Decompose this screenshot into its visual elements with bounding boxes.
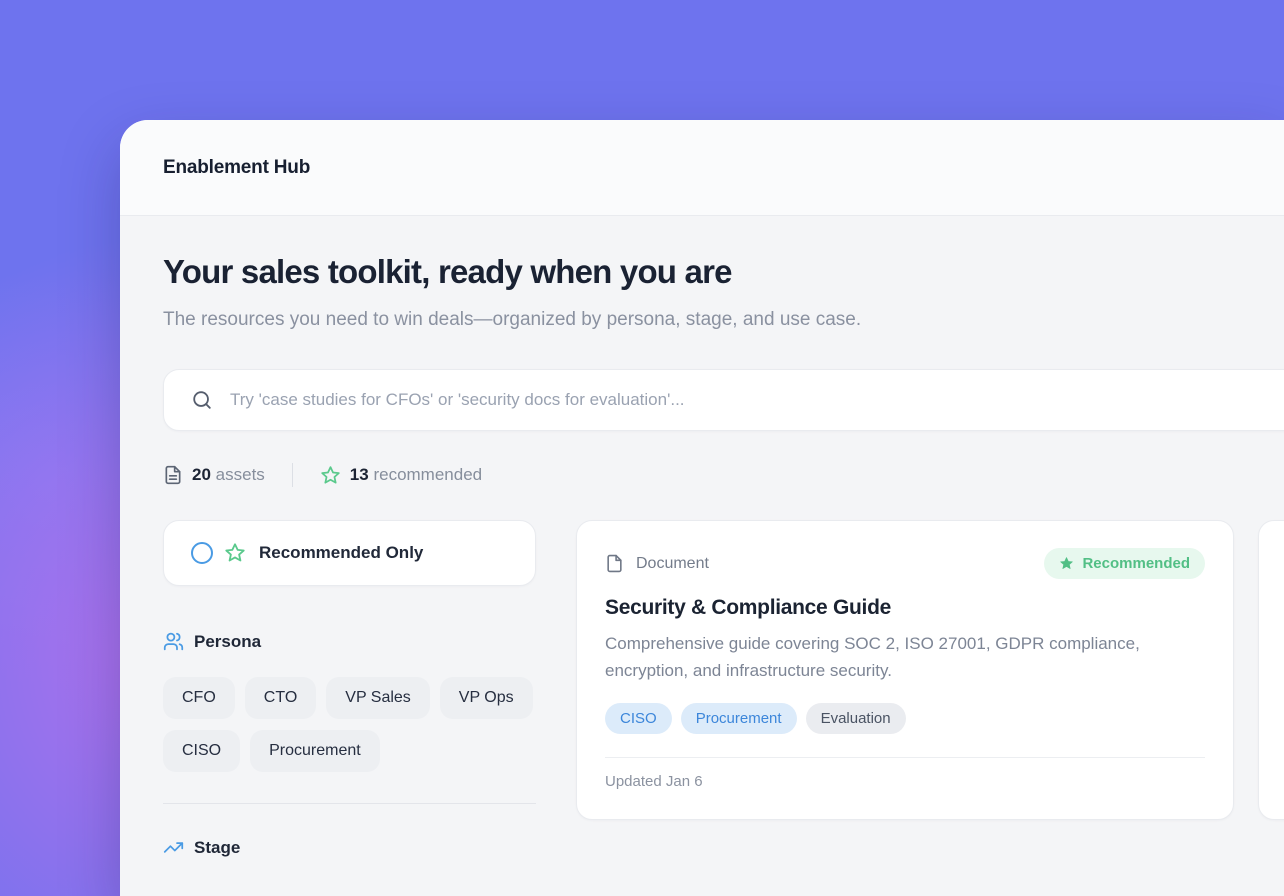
search-input[interactable] xyxy=(230,390,1130,410)
star-icon xyxy=(320,465,341,486)
asset-tag-list: CISO Procurement Evaluation xyxy=(605,703,1205,734)
tag-ciso[interactable]: CISO xyxy=(605,703,672,734)
file-text-icon xyxy=(163,465,183,485)
search-icon xyxy=(191,389,213,411)
asset-card-security-compliance[interactable]: Document Recommended Security & Complian… xyxy=(576,520,1234,820)
document-icon xyxy=(605,554,624,573)
app-header: Enablement Hub xyxy=(120,120,1284,216)
users-icon xyxy=(163,631,184,652)
card-divider xyxy=(605,757,1205,758)
sidebar-divider xyxy=(163,803,536,804)
trending-up-icon xyxy=(163,837,184,858)
asset-type: Document xyxy=(605,554,709,573)
recommended-only-label: Recommended Only xyxy=(259,543,423,563)
stats-row: 20 assets 13 recommended xyxy=(163,463,1284,487)
asset-card-partial[interactable] xyxy=(1258,520,1284,820)
persona-section-label: Persona xyxy=(194,632,261,652)
tag-procurement[interactable]: Procurement xyxy=(681,703,797,734)
search-bar[interactable] xyxy=(163,369,1284,431)
recommended-badge-label: Recommended xyxy=(1082,555,1190,572)
tag-evaluation[interactable]: Evaluation xyxy=(806,703,906,734)
persona-chip-vp-ops[interactable]: VP Ops xyxy=(440,677,533,719)
persona-chip-procurement[interactable]: Procurement xyxy=(250,730,380,772)
main-content: Your sales toolkit, ready when you are T… xyxy=(120,216,1284,858)
asset-cards-row: Document Recommended Security & Complian… xyxy=(576,520,1284,820)
stage-section-header: Stage xyxy=(163,837,536,858)
stats-divider xyxy=(292,463,293,487)
persona-chip-cto[interactable]: CTO xyxy=(245,677,316,719)
content-grid: Recommended Only Persona CFOCTOVP SalesV… xyxy=(163,520,1284,858)
assets-count-stat: 20 assets xyxy=(163,465,265,485)
persona-chip-cfo[interactable]: CFO xyxy=(163,677,235,719)
star-icon xyxy=(224,542,246,564)
persona-chip-vp-sales[interactable]: VP Sales xyxy=(326,677,430,719)
enablement-hub-window: Enablement Hub Your sales toolkit, ready… xyxy=(120,120,1284,896)
page-title: Your sales toolkit, ready when you are xyxy=(163,252,1284,292)
persona-section-header: Persona xyxy=(163,631,536,652)
asset-description: Comprehensive guide covering SOC 2, ISO … xyxy=(605,631,1190,684)
recommended-count-stat: 13 recommended xyxy=(320,465,482,486)
persona-chip-list: CFOCTOVP SalesVP Ops CISOProcurement xyxy=(163,677,536,772)
app-title: Enablement Hub xyxy=(163,157,310,179)
filters-sidebar: Recommended Only Persona CFOCTOVP SalesV… xyxy=(163,520,536,858)
persona-chip-ciso[interactable]: CISO xyxy=(163,730,240,772)
star-filled-icon xyxy=(1059,556,1074,571)
asset-title[interactable]: Security & Compliance Guide xyxy=(605,596,1205,620)
asset-type-label: Document xyxy=(636,555,709,573)
asset-updated: Updated Jan 6 xyxy=(605,773,1205,790)
page-subtitle: The resources you need to win deals—orga… xyxy=(163,305,985,336)
recommended-badge: Recommended xyxy=(1044,548,1205,579)
stage-section-label: Stage xyxy=(194,838,240,858)
recommended-only-toggle[interactable]: Recommended Only xyxy=(163,520,536,586)
recommended-only-checkbox[interactable] xyxy=(191,542,213,564)
